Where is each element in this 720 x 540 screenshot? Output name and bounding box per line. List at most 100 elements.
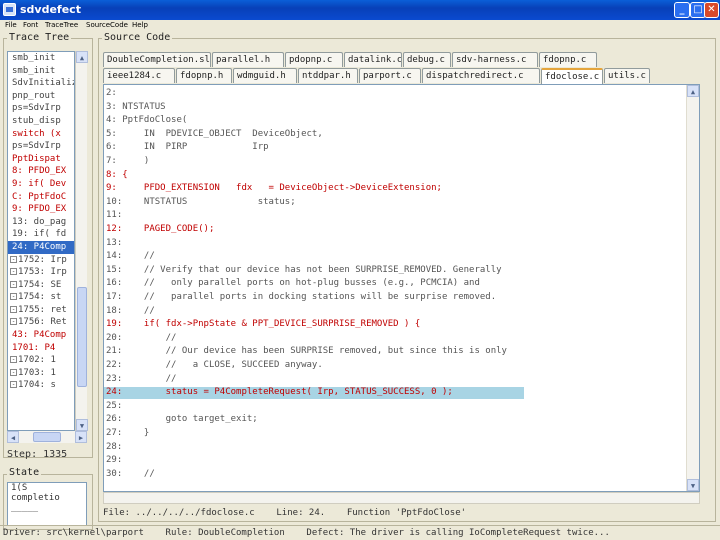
trace-row-text: 43: P4Comp xyxy=(12,330,67,341)
tree-expander-icon[interactable]: - xyxy=(10,255,17,263)
code-line: 30: // xyxy=(106,468,155,479)
trace-row-text: 1704: s xyxy=(18,380,56,391)
tab-debug-c[interactable]: debug.c xyxy=(403,52,451,67)
step-counter: Step: 1335 xyxy=(7,449,68,460)
hscroll-thumb[interactable] xyxy=(33,432,61,442)
tab-sdv-harness-c[interactable]: sdv-harness.c xyxy=(452,52,538,67)
code-hscroll[interactable] xyxy=(103,492,700,504)
tree-expander-icon[interactable]: - xyxy=(10,293,17,301)
trace-row-text: 19: if( fd xyxy=(12,229,67,240)
code-editor[interactable]: 2: 3: NTSTATUS 4: PptFdoClose(5: IN PDEVIC… xyxy=(103,84,700,492)
scroll-down-arrow[interactable]: ▼ xyxy=(76,419,88,431)
trace-row[interactable]: stub_disp xyxy=(8,115,74,128)
tab-fdopnp-h[interactable]: fdopnp.h xyxy=(176,68,232,83)
close-button[interactable]: ✕ xyxy=(704,2,719,18)
trace-row[interactable]: 19: if( fd xyxy=(8,228,74,241)
code-line: 12: PAGED_CODE(); xyxy=(106,224,215,234)
trace-row-text: 1754: st xyxy=(18,292,62,303)
window-title: sdvdefect xyxy=(20,3,81,16)
trace-row-text: pnp_rout xyxy=(12,90,56,101)
tab-ieee1284-c[interactable]: ieee1284.c xyxy=(103,68,175,83)
code-line: 5: IN PDEVICE_OBJECT DeviceObject, xyxy=(106,128,323,139)
trace-row[interactable]: ps=SdvIrp xyxy=(8,102,74,115)
trace-row[interactable]: PptDispat xyxy=(8,153,74,166)
tab-doublecompletion-slic[interactable]: DoubleCompletion.slic xyxy=(103,52,211,67)
trace-row[interactable]: -1754: SE xyxy=(8,279,74,292)
tab-datalink-c[interactable]: datalink.c xyxy=(344,52,402,67)
trace-tree-list[interactable]: smb_init smb_init SdvInitializepnp_rout ps=… xyxy=(7,51,75,431)
trace-row[interactable]: 13: do_pag xyxy=(8,216,74,229)
trace-row[interactable]: 24: P4Comp xyxy=(8,240,74,254)
trace-row[interactable]: C: PptFdoC xyxy=(8,191,74,204)
menu-font[interactable]: Font xyxy=(23,21,38,29)
code-line: 20: // xyxy=(106,332,177,343)
trace-row[interactable]: -1704: s xyxy=(8,379,74,392)
trace-row[interactable]: 43: P4Comp xyxy=(8,329,74,342)
highlighted-code-line: 24: status = P4CompleteRequest( Irp, STA… xyxy=(104,387,524,399)
scroll-right-arrow[interactable]: ▶ xyxy=(75,431,87,443)
tree-expander-icon[interactable]: - xyxy=(10,268,17,276)
trace-row[interactable]: 9: PFDO_EX xyxy=(8,203,74,216)
code-scroll-down-arrow[interactable]: ▼ xyxy=(687,479,699,491)
trace-row-text: smb_init xyxy=(12,65,56,76)
tab-fdopnp-c[interactable]: fdopnp.c xyxy=(539,52,597,67)
trace-row-text: 9: if( Dev xyxy=(12,178,67,189)
trace-row[interactable]: -1702: 1 xyxy=(8,354,74,367)
state-box[interactable]: 1(S completio _____ xyxy=(7,482,87,526)
tab-parallel-h[interactable]: parallel.h xyxy=(212,52,284,67)
minimize-button[interactable]: _ xyxy=(674,2,690,18)
code-line: 19: if( fdx->PnpState & PPT_DEVICE_SURPR… xyxy=(106,319,421,330)
tree-expander-icon[interactable]: - xyxy=(10,318,17,326)
trace-row[interactable]: -1756: Ret xyxy=(8,316,74,329)
tree-expander-icon[interactable]: - xyxy=(10,381,17,389)
menu-file[interactable]: File xyxy=(5,21,17,29)
trace-row-text: 24: P4Comp xyxy=(12,241,67,252)
trace-row[interactable]: smb_init xyxy=(8,52,74,65)
trace-row[interactable]: smb_init xyxy=(8,65,74,78)
tab-ntddpar-h[interactable]: ntddpar.h xyxy=(298,68,358,83)
tab-wdmguid-h[interactable]: wdmguid.h xyxy=(233,68,297,83)
trace-row[interactable]: SdvInitialize xyxy=(8,77,74,90)
code-scroll-up-arrow[interactable]: ▲ xyxy=(687,85,699,97)
code-line: 16: // only parallel ports on hot-plug b… xyxy=(106,278,480,289)
tab-utils-c[interactable]: utils.c xyxy=(604,68,650,83)
trace-row[interactable]: -1703: 1 xyxy=(8,367,74,380)
tree-expander-icon[interactable]: - xyxy=(10,368,17,376)
trace-row[interactable]: 1701: P4 xyxy=(8,342,74,355)
trace-row[interactable]: pnp_rout xyxy=(8,90,74,103)
trace-row-text: 1752: Irp xyxy=(18,254,67,265)
menu-help[interactable]: Help xyxy=(132,21,148,29)
scroll-left-arrow[interactable]: ◀ xyxy=(7,431,19,443)
trace-row-text: 1702: 1 xyxy=(18,355,56,366)
trace-row[interactable]: -1753: Irp xyxy=(8,266,74,279)
tab-fdoclose-c[interactable]: fdoclose.c xyxy=(541,68,603,84)
code-line: 25: xyxy=(106,400,123,411)
trace-tree-vscroll[interactable]: ▲ ▼ xyxy=(75,51,88,431)
trace-tree-hscroll[interactable]: ◀ ▶ xyxy=(7,431,87,443)
trace-row[interactable]: switch (x xyxy=(8,128,74,141)
trace-row-text: 9: PFDO_EX xyxy=(12,204,67,215)
code-line: 7: ) xyxy=(106,156,150,166)
trace-row-text: 13: do_pag xyxy=(12,216,67,227)
trace-row-text: ps=SdvIrp xyxy=(12,141,61,152)
tree-expander-icon[interactable]: - xyxy=(10,305,17,313)
trace-row[interactable]: 9: if( Dev xyxy=(8,178,74,191)
trace-row[interactable]: 8: PFDO_EX xyxy=(8,165,74,178)
scroll-up-arrow[interactable]: ▲ xyxy=(76,51,88,63)
file-status: File: ../../../../fdoclose.c Line: 24. F… xyxy=(103,508,467,518)
code-line: 14: // xyxy=(106,251,155,262)
trace-row[interactable]: -1754: st xyxy=(8,291,74,304)
menu-sourcecode[interactable]: SourceCode xyxy=(86,21,128,29)
trace-row[interactable]: -1755: ret xyxy=(8,304,74,317)
trace-row[interactable]: -1752: Irp xyxy=(8,254,74,267)
tab-dispatchredirect-c[interactable]: dispatchredirect.c xyxy=(422,68,540,83)
menu-tracetree[interactable]: TraceTree xyxy=(45,21,78,29)
code-vscroll[interactable]: ▲ ▼ xyxy=(686,85,699,491)
tree-expander-icon[interactable]: - xyxy=(10,356,17,364)
tree-expander-icon[interactable]: - xyxy=(10,280,17,288)
trace-row[interactable]: ps=SdvIrp xyxy=(8,140,74,153)
tab-pdopnp-c[interactable]: pdopnp.c xyxy=(285,52,343,67)
trace-row-text: stub_disp xyxy=(12,115,61,126)
scroll-thumb[interactable] xyxy=(77,287,87,387)
tab-parport-c[interactable]: parport.c xyxy=(359,68,421,83)
